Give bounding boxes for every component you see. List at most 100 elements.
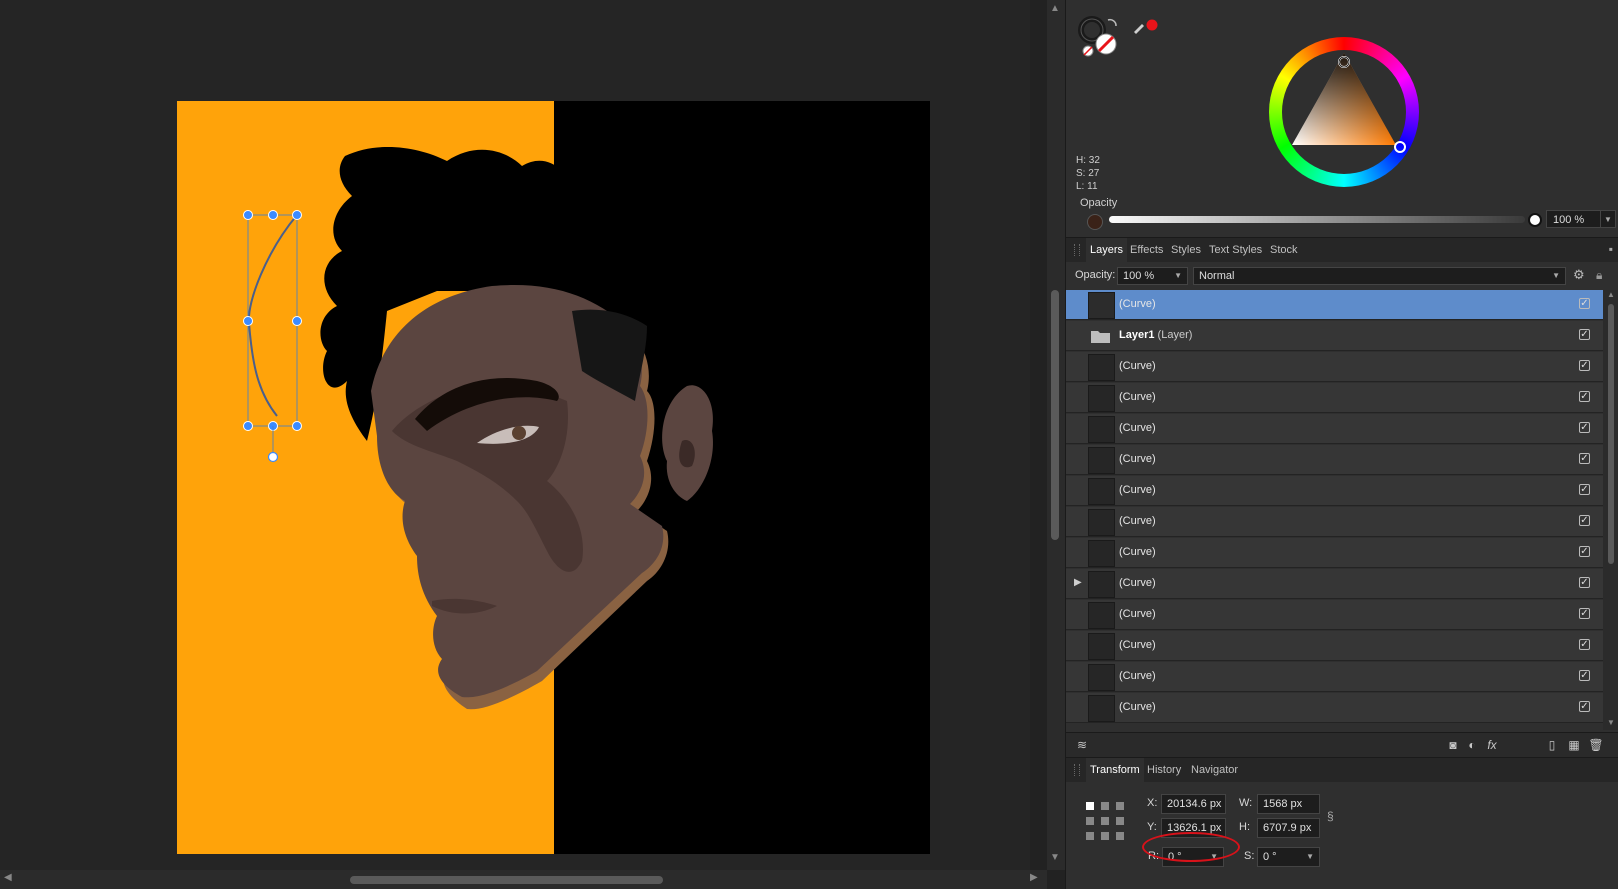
- canvas-area[interactable]: [0, 0, 1030, 889]
- layer-thumbnail: [1088, 447, 1115, 474]
- iris: [512, 426, 526, 440]
- fx-icon[interactable]: fx: [1484, 737, 1500, 753]
- layer-row[interactable]: ▶ (Curve) ✓: [1066, 569, 1603, 599]
- layer-row[interactable]: (Curve) ✓: [1066, 414, 1603, 444]
- tab-text-styles[interactable]: Text Styles: [1209, 238, 1262, 262]
- tab-stock[interactable]: Stock: [1270, 238, 1298, 262]
- layer-row[interactable]: (Curve) ✓: [1066, 352, 1603, 382]
- artwork-illustration: [177, 101, 930, 854]
- layer-thumbnail: [1088, 478, 1115, 505]
- visibility-checkbox[interactable]: ✓: [1579, 422, 1590, 433]
- layer-opacity-value: 100 %: [1123, 270, 1155, 282]
- gear-icon[interactable]: ⚙: [1573, 267, 1585, 283]
- x-field[interactable]: 20134.6 px: [1161, 794, 1226, 814]
- scroll-up-icon[interactable]: ▲: [1607, 290, 1615, 299]
- current-color-dot: [1146, 19, 1158, 31]
- layer-thumbnail: [1088, 664, 1115, 691]
- layer-row[interactable]: (Curve) ✓: [1066, 662, 1603, 692]
- visibility-checkbox[interactable]: ✓: [1579, 577, 1590, 588]
- lock-icon[interactable]: 🔒︎: [1596, 268, 1602, 283]
- layer-row[interactable]: (Curve) ✓: [1066, 507, 1603, 537]
- scroll-right-icon[interactable]: ▶: [1030, 872, 1038, 883]
- tab-effects[interactable]: Effects: [1130, 238, 1163, 262]
- visibility-checkbox[interactable]: ✓: [1579, 391, 1590, 402]
- visibility-checkbox[interactable]: ✓: [1579, 329, 1590, 340]
- layer-thumbnail: [1088, 509, 1115, 536]
- expand-arrow-icon[interactable]: ▶: [1074, 577, 1082, 588]
- w-label: W:: [1239, 797, 1253, 809]
- tab-styles[interactable]: Styles: [1171, 238, 1201, 262]
- opacity-dropdown-icon[interactable]: ▼: [1600, 210, 1616, 228]
- fill-stroke-swatches[interactable]: [1078, 14, 1158, 58]
- visibility-checkbox[interactable]: ✓: [1579, 639, 1590, 650]
- mask-icon[interactable]: ◙: [1445, 737, 1461, 753]
- visibility-checkbox[interactable]: ✓: [1579, 701, 1590, 712]
- opacity-color-swatch: [1087, 214, 1103, 230]
- tab-history[interactable]: History: [1147, 758, 1181, 782]
- layer-name: (Curve): [1119, 546, 1156, 558]
- layer-name: (Curve): [1119, 577, 1156, 589]
- anchor-point-selector[interactable]: [1086, 802, 1124, 840]
- visibility-checkbox[interactable]: ✓: [1579, 298, 1590, 309]
- layer-row-group[interactable]: Layer1 (Layer) ✓: [1066, 321, 1603, 351]
- opacity-slider[interactable]: [1109, 216, 1525, 223]
- vertical-scroll-thumb[interactable]: [1051, 290, 1059, 540]
- visibility-checkbox[interactable]: ✓: [1579, 670, 1590, 681]
- canvas-horizontal-scrollbar[interactable]: ◀ ▶: [0, 870, 1047, 889]
- blend-mode-dropdown[interactable]: Normal ▼: [1193, 267, 1566, 285]
- color-triangle[interactable]: [1269, 37, 1419, 187]
- layer-type: (Layer): [1157, 329, 1193, 341]
- canvas-vertical-scrollbar[interactable]: ▲ ▼: [1047, 0, 1065, 870]
- saturation-readout: S: 27: [1076, 168, 1100, 179]
- visibility-checkbox[interactable]: ✓: [1579, 515, 1590, 526]
- panel-menu-icon[interactable]: ▪︎: [1609, 242, 1613, 256]
- h-field[interactable]: 6707.9 px: [1257, 818, 1320, 838]
- pixel-layer-icon[interactable]: ▦: [1566, 737, 1582, 753]
- trash-icon[interactable]: 🗑︎: [1588, 737, 1604, 753]
- layer-row[interactable]: (Curve) ✓: [1066, 538, 1603, 568]
- layer-opacity-label: Opacity:: [1075, 269, 1116, 281]
- layer-row[interactable]: (Curve) ✓: [1066, 600, 1603, 630]
- scroll-left-icon[interactable]: ◀: [4, 872, 12, 883]
- hue-readout: H: 32: [1076, 155, 1100, 166]
- visibility-checkbox[interactable]: ✓: [1579, 608, 1590, 619]
- layer-name: (Curve): [1119, 701, 1156, 713]
- layers-scrollbar[interactable]: ▲ ▼: [1603, 290, 1618, 730]
- layer-opacity-dropdown[interactable]: 100 % ▼: [1117, 267, 1188, 285]
- visibility-checkbox[interactable]: ✓: [1579, 453, 1590, 464]
- layers-stack-icon[interactable]: ≋: [1074, 737, 1090, 753]
- scroll-down-icon[interactable]: ▼: [1607, 718, 1615, 727]
- layer-row[interactable]: (Curve) ✓: [1066, 476, 1603, 506]
- visibility-checkbox[interactable]: ✓: [1579, 546, 1590, 557]
- scroll-down-icon[interactable]: ▼: [1050, 852, 1060, 863]
- transform-panel: X: 20134.6 px W: 1568 px Y: 13626.1 px H…: [1066, 782, 1618, 889]
- layer-thumbnail: [1088, 385, 1115, 412]
- visibility-checkbox[interactable]: ✓: [1579, 484, 1590, 495]
- tab-navigator[interactable]: Navigator: [1191, 758, 1238, 782]
- layers-scroll-thumb[interactable]: [1608, 304, 1614, 564]
- new-layer-icon[interactable]: ▯: [1544, 737, 1560, 753]
- tab-layers[interactable]: Layers: [1086, 238, 1128, 262]
- layer-row[interactable]: (Curve) ✓: [1066, 693, 1603, 723]
- layer-row[interactable]: (Curve) ✓: [1066, 383, 1603, 413]
- panel-grip-icon[interactable]: [1074, 244, 1080, 256]
- layer-thumbnail: [1088, 416, 1115, 443]
- adjustment-icon[interactable]: ◐: [1464, 737, 1480, 753]
- layer-row[interactable]: (Curve) ✓: [1066, 631, 1603, 661]
- opacity-value-field[interactable]: 100 %: [1546, 210, 1601, 228]
- link-proportions-icon[interactable]: §: [1327, 809, 1334, 823]
- layer-row[interactable]: (Curve) ✓: [1066, 445, 1603, 475]
- opacity-slider-handle[interactable]: [1528, 213, 1542, 227]
- scroll-up-icon[interactable]: ▲: [1050, 3, 1060, 14]
- tab-transform[interactable]: Transform: [1086, 758, 1144, 782]
- y-label: Y:: [1147, 821, 1157, 833]
- w-field[interactable]: 1568 px: [1257, 794, 1320, 814]
- layers-tabbar: Layers Effects Styles Text Styles Stock …: [1066, 237, 1618, 263]
- artwork-canvas[interactable]: [177, 101, 930, 854]
- visibility-checkbox[interactable]: ✓: [1579, 360, 1590, 371]
- color-panel: H: 32 S: 27 L: 11 Opacity 100 % ▼: [1066, 0, 1618, 236]
- horizontal-scroll-thumb[interactable]: [350, 876, 663, 884]
- panel-grip-icon[interactable]: [1074, 764, 1080, 776]
- layer-row[interactable]: (Curve) ✓: [1066, 290, 1603, 320]
- shear-field[interactable]: 0 ° ▼: [1257, 847, 1320, 867]
